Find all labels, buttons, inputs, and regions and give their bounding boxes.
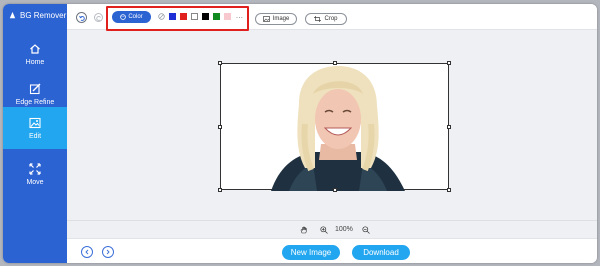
color-button-label: Color [128, 14, 143, 20]
sidebar: BG Remover Home Edge Refine Edit Move [3, 4, 67, 263]
next-button[interactable] [102, 246, 114, 258]
resize-handle[interactable] [218, 188, 222, 192]
chevron-left-icon [85, 249, 89, 255]
previous-button[interactable] [81, 246, 93, 258]
sidebar-item-move[interactable]: Move [3, 153, 67, 195]
main-area: Color ... Image Crop 100% New Image Down… [67, 4, 597, 263]
home-icon [30, 43, 40, 54]
resize-handle[interactable] [218, 125, 222, 129]
resize-handle[interactable] [333, 188, 337, 192]
image-edit-icon [29, 117, 41, 128]
new-image-button[interactable]: New Image [282, 245, 340, 260]
app-title: BG Remover [20, 10, 67, 20]
zoom-in-icon[interactable] [320, 226, 328, 234]
sidebar-item-label: Move [26, 178, 44, 186]
zoom-level: 100% [335, 226, 353, 233]
redo-button[interactable] [94, 13, 103, 22]
canvas-area [67, 31, 597, 220]
undo-icon [78, 15, 85, 21]
sidebar-item-label: Edge Refine [15, 98, 55, 106]
image-button-label: Image [272, 16, 290, 22]
hand-pan-icon[interactable] [300, 226, 308, 234]
crop-icon [314, 16, 322, 22]
resize-handle[interactable] [447, 61, 451, 65]
zoom-bar: 100% [67, 220, 597, 238]
swatch-black[interactable] [202, 13, 209, 20]
brand-logo-icon [9, 11, 16, 18]
swatch-white[interactable] [191, 13, 198, 20]
sidebar-item-label: Home [25, 58, 45, 66]
no-color-icon[interactable] [158, 13, 165, 20]
download-button[interactable]: Download [352, 245, 410, 260]
resize-handle[interactable] [447, 188, 451, 192]
resize-handle[interactable] [333, 61, 337, 65]
crop-button[interactable]: Crop [305, 13, 347, 25]
swatch-blue[interactable] [169, 13, 176, 20]
image-icon [262, 16, 270, 22]
image-frame[interactable] [218, 61, 451, 192]
redo-icon [95, 15, 101, 21]
toolbar: Color ... Image Crop [67, 4, 597, 31]
sidebar-item-home[interactable]: Home [3, 33, 67, 75]
resize-handle[interactable] [218, 61, 222, 65]
image-button[interactable]: Image [255, 13, 297, 25]
edge-refine-icon [29, 83, 41, 94]
zoom-out-icon[interactable] [362, 226, 370, 234]
swatch-green[interactable] [213, 13, 220, 20]
chevron-right-icon [106, 249, 110, 255]
brand: BG Remover [3, 4, 67, 26]
app-window: BG Remover Home Edge Refine Edit Move Co… [3, 4, 597, 263]
undo-button[interactable] [76, 12, 87, 23]
footer-bar: New Image Download [67, 238, 597, 263]
more-colors-button[interactable]: ... [236, 13, 243, 20]
resize-handle[interactable] [447, 125, 451, 129]
color-palette-icon [120, 14, 127, 20]
sidebar-item-label: Edit [28, 132, 42, 140]
color-button[interactable]: Color [112, 11, 151, 23]
swatch-pink[interactable] [224, 13, 231, 20]
sidebar-item-edit[interactable]: Edit [3, 107, 67, 149]
move-arrows-icon [29, 162, 41, 175]
swatch-red[interactable] [180, 13, 187, 20]
crop-button-label: Crop [324, 16, 338, 22]
subject-photo [271, 66, 405, 191]
